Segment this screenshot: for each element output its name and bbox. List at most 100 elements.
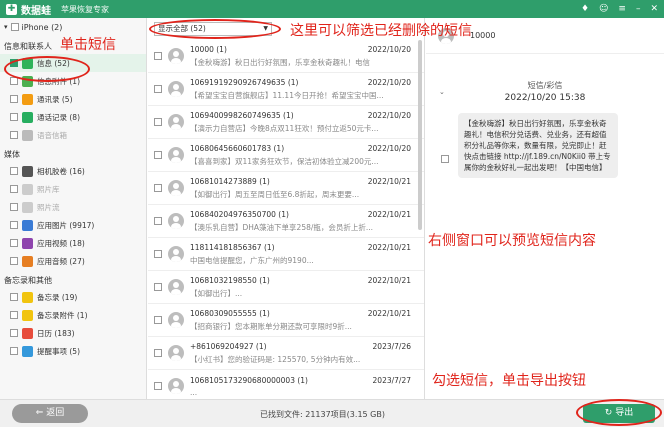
row-preview: 【澳乐乳自营】DHA藻油下单享258/瓶，会员折上折... [190, 222, 374, 232]
message-row[interactable]: 10680309055555 (1) 2022/10/21 【招商银行】您本期账单分… [148, 304, 424, 337]
annotation-filter: 这里可以筛选已经删除的短信 [290, 23, 472, 39]
row-date: 2022/10/20 [367, 110, 411, 120]
sidebar-item[interactable]: 日历 (183) [0, 324, 146, 342]
sidebar-item-checkbox[interactable] [10, 311, 18, 319]
sidebar-item-label: 备忘录 (19) [37, 292, 78, 302]
device-checkbox[interactable] [10, 23, 19, 31]
sidebar-item-label: 相机胶卷 (16) [37, 166, 85, 176]
message-row[interactable]: 10000 (1) 2022/10/20 【金秋嗨游】秋日出行好氛围，乐享金秋奇趣礼… [148, 40, 424, 73]
minimize-icon[interactable]: – [636, 4, 641, 14]
sidebar-item-label: 应用视频 (18) [37, 238, 85, 248]
sidebar-item[interactable]: 通话记录 (8) [0, 108, 146, 126]
annotation-preview: 右侧窗口可以预览短信内容 [428, 233, 596, 249]
sidebar-item[interactable]: 照片库 [0, 180, 146, 198]
sidebar-item[interactable]: 语音信箱 [0, 126, 146, 144]
row-sender: 10000 (1) [190, 44, 227, 54]
menu-icon[interactable]: ≡ [618, 4, 626, 14]
row-checkbox[interactable] [154, 250, 162, 258]
category-icon [22, 291, 33, 303]
sidebar-item-checkbox[interactable] [10, 95, 18, 103]
message-row[interactable]: 1068105173290680000003 (1) 2023/7/27... [148, 370, 424, 399]
row-content: 1069400998260749635 (1) 2022/10/20 【演示力自营店… [190, 110, 424, 134]
sidebar-item-checkbox[interactable] [10, 221, 18, 229]
account-icon[interactable]: ☺ [599, 4, 608, 14]
message-checkbox[interactable] [441, 155, 449, 163]
sidebar-item-checkbox[interactable] [10, 293, 18, 301]
contact-avatar-icon [168, 180, 184, 196]
row-checkbox[interactable] [154, 382, 162, 390]
back-button[interactable]: ⇐ 返回 [12, 404, 88, 423]
message-row[interactable]: 10681032198550 (1) 2022/10/21 【如御出行】... [148, 271, 424, 304]
sidebar-item[interactable]: 相机胶卷 (16) [0, 162, 146, 180]
sidebar-item[interactable]: 应用视频 (18) [0, 234, 146, 252]
category-icon [22, 255, 33, 267]
message-row[interactable]: 10691919290926749635 (1) 2022/10/20 【希望宝宝自… [148, 73, 424, 106]
row-checkbox[interactable] [154, 118, 162, 126]
row-preview: 中国电信提醒您，广东广州的9190... [190, 255, 314, 265]
sidebar-item[interactable]: 提醒事项 (5) [0, 342, 146, 360]
row-sender: 118114181856367 (1) [190, 242, 275, 252]
row-preview: ... [190, 387, 198, 397]
row-checkbox[interactable] [154, 52, 162, 60]
contact-avatar-icon [168, 114, 184, 130]
category-icon [22, 201, 33, 213]
message-row[interactable]: +861069204927 (1) 2023/7/26 【小红书】您的验证码是: 1… [148, 337, 424, 370]
row-preview: 【演示力自营店】今晚8点双11狂欢！预付立返50元卡... [190, 123, 379, 133]
row-content: 10681014273889 (1) 2022/10/21 【如御出行】周五至周日低… [190, 177, 424, 200]
row-date: 2023/7/27 [372, 375, 411, 385]
close-icon[interactable]: ✕ [650, 4, 658, 14]
sidebar-item[interactable]: 应用图片 (9917) [0, 216, 146, 234]
sidebar-item[interactable]: 备忘录 (19) [0, 288, 146, 306]
sidebar-item-checkbox[interactable] [10, 167, 18, 175]
message-row[interactable]: 106840204976350700 (1) 2022/10/21 【澳乐乳自营】D… [148, 205, 424, 238]
row-preview: 【希望宝宝自营旗舰店】11.11今日开抢！希望宝宝中国... [190, 90, 384, 100]
sidebar-item-checkbox[interactable] [10, 257, 18, 265]
row-checkbox[interactable] [154, 283, 162, 291]
sidebar-item[interactable]: 照片流 [0, 198, 146, 216]
row-sender: 1069400998260749635 (1) [190, 110, 294, 120]
collapse-arrow-icon[interactable]: ▾ [4, 23, 8, 31]
sidebar-item[interactable]: 备忘录附件 (1) [0, 306, 146, 324]
footer-bar: ⇐ 返回 已找到文件: 21137项目(3.15 GB) ↻ 导出 [0, 399, 664, 427]
row-date: 2022/10/21 [367, 275, 411, 285]
row-checkbox[interactable] [154, 85, 162, 93]
sidebar-item[interactable]: 应用音频 (27) [0, 252, 146, 270]
sidebar-item-checkbox[interactable] [10, 347, 18, 355]
row-sender: 10680309055555 (1) [190, 308, 270, 318]
row-sender: 10681032198550 (1) [190, 275, 270, 285]
app-subtitle: 苹果恢复专家 [61, 4, 109, 14]
row-checkbox[interactable] [154, 349, 162, 357]
list-scrollbar[interactable] [418, 40, 422, 230]
sidebar-item-checkbox[interactable] [10, 239, 18, 247]
app-logo: ✚ 数据蛙 [6, 2, 51, 17]
sidebar-item-checkbox[interactable] [10, 113, 18, 121]
message-row[interactable]: 1069400998260749635 (1) 2022/10/20 【演示力自营店… [148, 106, 424, 139]
row-date: 2022/10/21 [367, 242, 411, 252]
sidebar-item-checkbox[interactable] [10, 329, 18, 337]
category-icon [22, 345, 33, 357]
row-content: 118114181856367 (1) 2022/10/21 中国电信提醒您，广东广… [190, 242, 424, 266]
row-content: +861069204927 (1) 2023/7/26 【小红书】您的验证码是: 1… [190, 342, 424, 365]
row-checkbox[interactable] [154, 151, 162, 159]
category-icon [22, 111, 33, 123]
vip-diamond-icon[interactable]: ♦ [581, 4, 589, 14]
row-checkbox[interactable] [154, 316, 162, 324]
contact-avatar-icon [168, 81, 184, 97]
sidebar-item-checkbox[interactable] [10, 185, 18, 193]
category-icon [22, 129, 33, 141]
contact-avatar-icon [168, 147, 184, 163]
message-row[interactable]: 10681014273889 (1) 2022/10/21 【如御出行】周五至周日低… [148, 172, 424, 205]
sidebar-item-checkbox[interactable] [10, 131, 18, 139]
back-label: 返回 [46, 408, 65, 418]
message-row[interactable]: 10680645660601783 (1) 2022/10/20 【喜喜到家】双11… [148, 139, 424, 172]
row-checkbox[interactable] [154, 184, 162, 192]
row-checkbox[interactable] [154, 217, 162, 225]
sidebar-item-checkbox[interactable] [10, 203, 18, 211]
message-row[interactable]: 118114181856367 (1) 2022/10/21 中国电信提醒您，广东广… [148, 238, 424, 271]
annotation-click-sms: 单击短信 [60, 37, 116, 53]
message-date: 2022/10/20 15:38 [504, 93, 586, 103]
row-content: 1068105173290680000003 (1) 2023/7/27... [190, 375, 424, 397]
preview-contact: 10000 [470, 31, 496, 40]
sidebar-item[interactable]: 通讯录 (5) [0, 90, 146, 108]
contact-avatar-icon [168, 48, 184, 64]
